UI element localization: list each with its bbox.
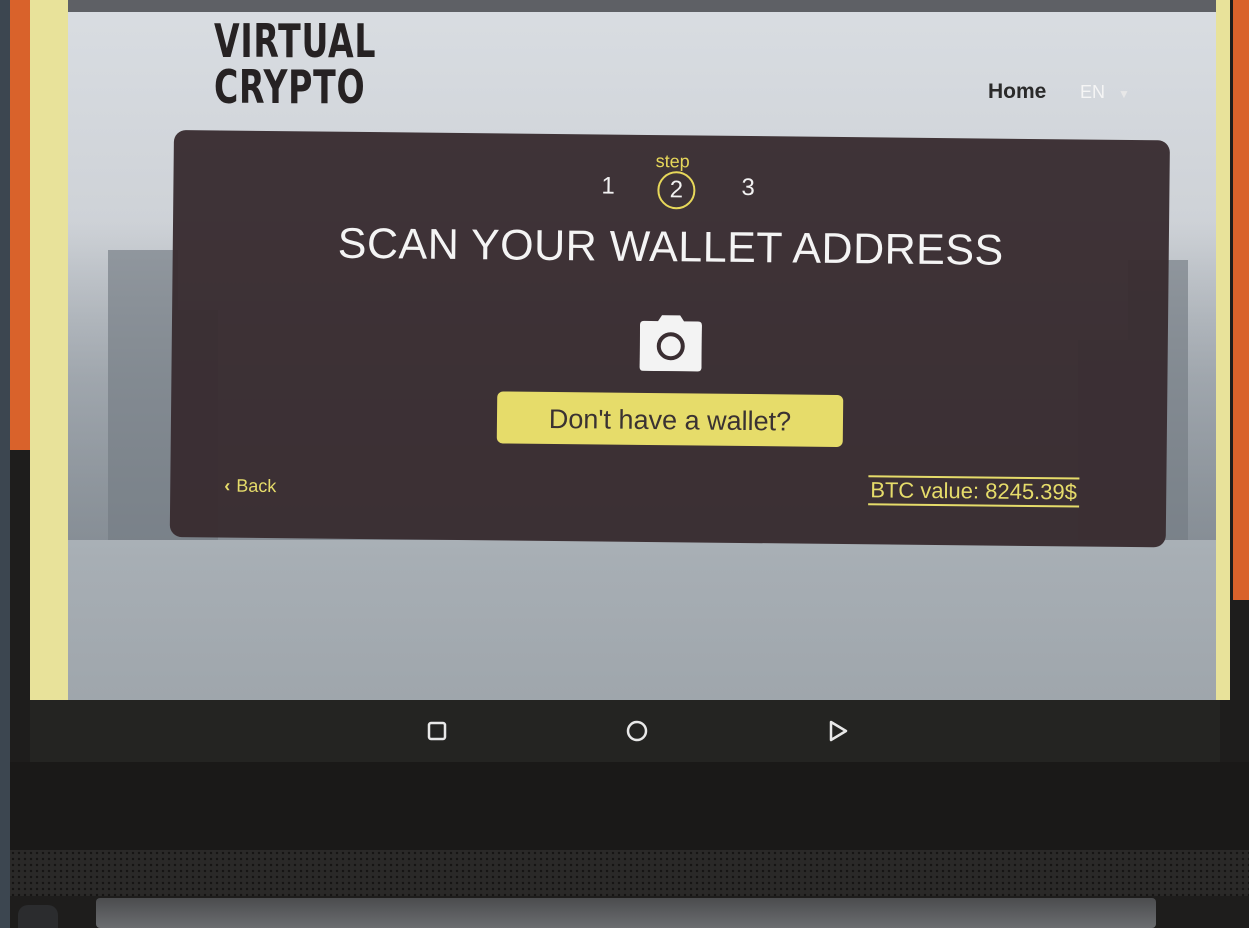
chevron-left-icon: ‹ — [224, 475, 231, 496]
status-bar — [68, 0, 1216, 12]
screen-frame: VIRTUAL CRYPTO Home EN ▼ step 1 2 3 SCAN… — [30, 0, 1230, 700]
device-frame-left — [10, 0, 30, 450]
step-3: 3 — [741, 173, 755, 202]
language-selector[interactable]: EN ▼ — [1080, 82, 1130, 103]
device-foot — [18, 905, 58, 928]
nav-home-link[interactable]: Home — [988, 80, 1046, 104]
scan-wallet-panel: step 1 2 3 SCAN YOUR WALLET ADDRESS Don'… — [169, 130, 1170, 548]
step-indicator: step 1 2 3 — [174, 146, 1170, 210]
no-wallet-button[interactable]: Don't have a wallet? — [496, 391, 844, 448]
step-2-current: 2 — [657, 171, 696, 210]
app-viewport: VIRTUAL CRYPTO Home EN ▼ step 1 2 3 SCAN… — [68, 0, 1216, 700]
android-nav-bar — [30, 700, 1220, 762]
app-logo[interactable]: VIRTUAL CRYPTO — [214, 18, 376, 110]
step-1: 1 — [601, 172, 615, 200]
btc-value-readout: BTC value: 8245.39$ — [868, 475, 1080, 508]
language-label: EN — [1080, 82, 1106, 102]
logo-line-virtual: VIRTUAL — [214, 14, 377, 68]
camera-icon[interactable] — [639, 315, 703, 372]
page-title: SCAN YOUR WALLET ADDRESS — [337, 219, 1005, 275]
logo-line-crypto: CRYPTO — [214, 60, 366, 114]
triangle-icon[interactable] — [820, 714, 854, 748]
device-frame-right — [1233, 0, 1249, 600]
device-stand — [96, 898, 1156, 928]
back-label: Back — [236, 475, 277, 497]
speaker-grille — [10, 850, 1249, 896]
step-label: step — [655, 151, 690, 172]
caret-down-icon: ▼ — [1118, 87, 1130, 101]
device-bezel — [10, 762, 1249, 852]
back-button[interactable]: ‹ Back — [224, 476, 276, 498]
circle-icon[interactable] — [620, 714, 654, 748]
square-icon[interactable] — [420, 714, 454, 748]
